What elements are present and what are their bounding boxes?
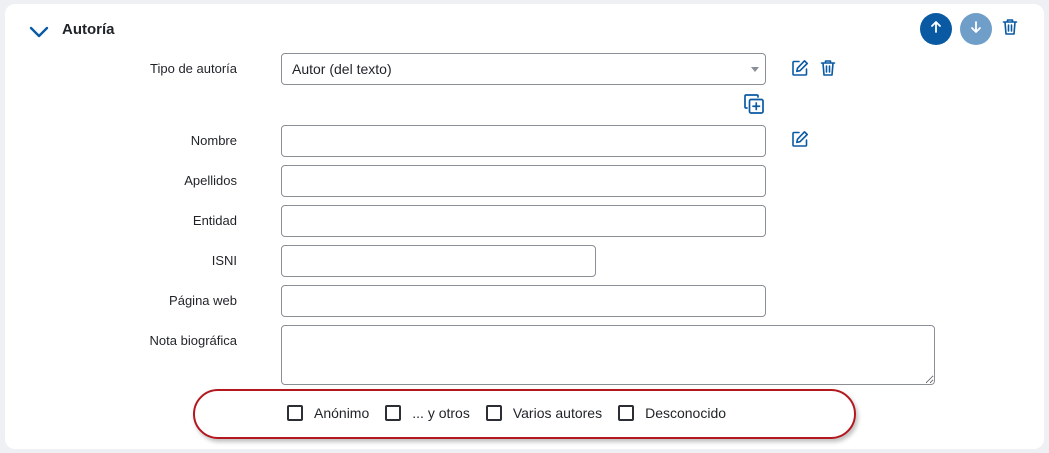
collapse-toggle[interactable]: [27, 22, 51, 46]
trash-icon: [1002, 18, 1018, 41]
entidad-input[interactable]: [281, 205, 766, 237]
checkbox-y-otros[interactable]: ... y otros: [385, 405, 470, 421]
delete-section-button[interactable]: [999, 18, 1021, 40]
edit-icon: [791, 59, 809, 82]
caret-down-icon: [751, 67, 759, 72]
edit-nombre-button[interactable]: [789, 130, 811, 152]
edit-tipo-button[interactable]: [789, 59, 811, 81]
copy-plus-icon: [743, 93, 765, 120]
move-up-button[interactable]: [920, 13, 952, 45]
isni-label: ISNI: [211, 253, 237, 268]
nombre-input[interactable]: [281, 125, 766, 157]
checkbox-label: Anónimo: [314, 405, 370, 421]
authorship-options: Anónimo ... y otros Varios autores Desco…: [287, 401, 742, 425]
checkbox-label: Desconocido: [645, 405, 727, 421]
authorship-panel: Autoría Tipo de autoría Autor (del texto…: [5, 4, 1044, 449]
checkbox-varios-autores[interactable]: Varios autores: [485, 405, 603, 421]
nombre-label: Nombre: [190, 133, 237, 148]
tipo-autoria-label: Tipo de autoría: [150, 61, 237, 76]
apellidos-input[interactable]: [281, 165, 766, 197]
checkbox-box[interactable]: [385, 405, 402, 421]
checkbox-box[interactable]: [618, 405, 635, 421]
chevron-down-icon: [29, 25, 49, 43]
nota-biografica-label: Nota biográfica: [149, 333, 237, 348]
pagina-web-label: Página web: [169, 293, 237, 308]
section-title: Autoría: [62, 21, 115, 38]
move-down-button[interactable]: [960, 13, 992, 45]
nota-biografica-textarea[interactable]: [281, 325, 935, 385]
delete-tipo-button[interactable]: [817, 59, 839, 81]
checkbox-desconocido[interactable]: Desconocido: [618, 405, 726, 421]
apellidos-label: Apellidos: [184, 173, 237, 188]
arrow-up-icon: [929, 20, 943, 39]
edit-icon: [791, 130, 809, 153]
tipo-autoria-select[interactable]: Autor (del texto): [281, 53, 766, 85]
checkbox-anonimo[interactable]: Anónimo: [287, 405, 369, 421]
checkbox-label: ... y otros: [412, 405, 470, 421]
checkbox-label: Varios autores: [512, 405, 603, 421]
duplicate-button[interactable]: [742, 93, 766, 120]
arrow-down-icon: [969, 20, 983, 39]
entidad-label: Entidad: [192, 213, 237, 228]
tipo-autoria-value: Autor (del texto): [292, 61, 392, 77]
checkbox-box[interactable]: [485, 405, 502, 421]
pagina-web-input[interactable]: [281, 285, 766, 317]
trash-icon: [820, 59, 836, 82]
isni-input[interactable]: [281, 245, 596, 277]
checkbox-box[interactable]: [287, 405, 303, 421]
